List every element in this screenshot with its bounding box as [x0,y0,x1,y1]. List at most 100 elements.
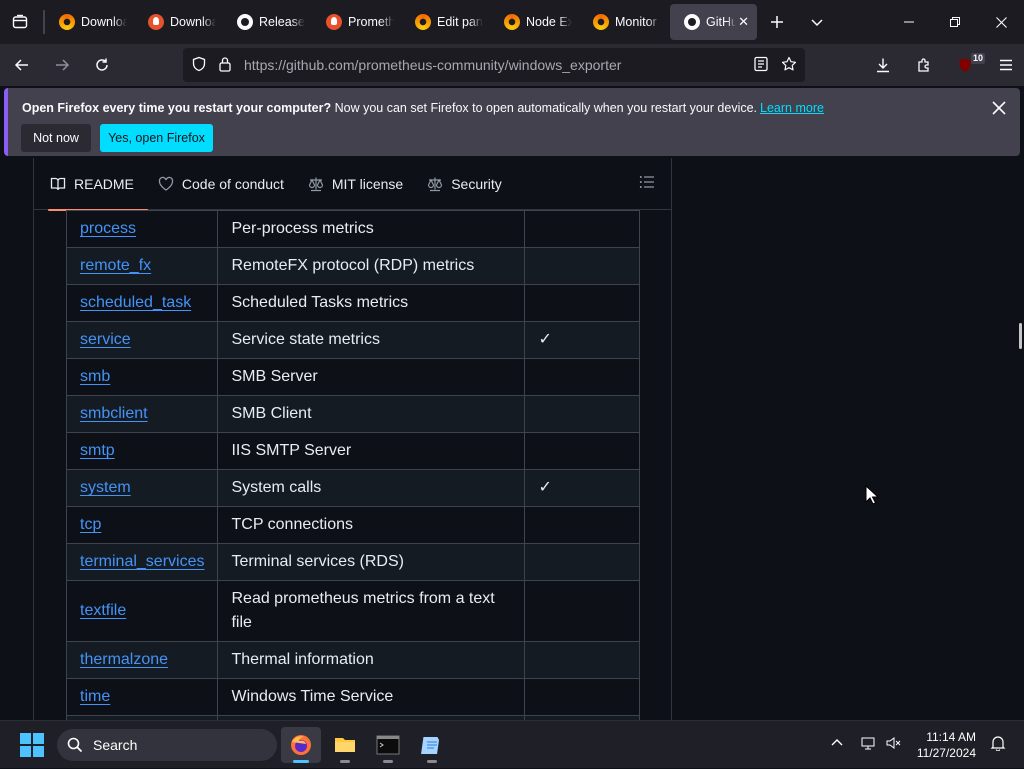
notification-bell-icon[interactable] [990,735,1006,756]
collector-default [524,543,640,581]
not-now-button[interactable]: Not now [21,124,91,152]
collector-default [524,432,640,470]
tab-label: Node Exporter [526,15,572,29]
outline-button[interactable] [639,174,655,195]
tab-node-exporter[interactable]: Node Exporter [490,4,579,40]
shield-icon[interactable] [191,56,207,77]
back-arrow-icon [14,59,28,71]
tab-downloads-2[interactable]: Downloads [134,4,223,40]
collector-name-cell: smbclient [65,395,219,433]
restore-button[interactable] [932,0,978,44]
collector-name-cell: service [65,321,219,359]
tab-monitor[interactable]: Monitor [579,4,668,40]
learn-more-link[interactable]: Learn more [760,101,824,115]
table-row: smbclient SMB Client [65,395,640,433]
bookmark-star-icon[interactable] [781,56,797,77]
taskbar-terminal[interactable] [368,727,408,763]
collector-name-cell: scheduled_task [65,284,219,322]
tab-release[interactable]: Release [223,4,312,40]
close-window-button[interactable] [978,0,1024,44]
ublock-button[interactable]: 10 [946,47,985,83]
table-row: smb SMB Server [65,358,640,396]
lock-icon[interactable] [218,56,232,77]
collector-default [524,395,640,433]
tab-code-of-conduct[interactable]: Code of conduct [158,158,284,210]
collector-default [524,247,640,285]
taskbar-clock[interactable]: 11:14 AM 11/27/2024 [917,729,976,761]
tab-security-label: Security [451,175,502,192]
collector-link[interactable]: remote_fx [80,257,151,274]
close-tab-icon[interactable]: ✕ [738,14,749,30]
app-menu-button[interactable] [987,47,1024,83]
taskbar-notepad[interactable] [412,727,452,763]
collector-link[interactable]: textfile [80,602,126,619]
list-unordered-icon [639,176,654,188]
collector-description: SMB Client [217,395,526,433]
table-row: textfile Read prometheus metrics from a … [65,580,640,642]
github-icon [684,14,700,30]
grafana-icon [593,14,609,30]
collector-link[interactable]: thermalzone [80,651,168,668]
table-row: smtp IIS SMTP Server [65,432,640,470]
terminal-icon [376,735,400,755]
tab-label: GitHub [706,15,736,29]
forward-button[interactable] [44,47,80,83]
tab-label: Prometheus [348,15,394,29]
collector-description: SMB Server [217,358,526,396]
collector-link[interactable]: smb [80,368,110,385]
collector-description: Windows Time Service [217,678,526,716]
collector-link[interactable]: tcp [80,516,101,533]
minimize-button[interactable] [886,0,932,44]
table-row: process Per-process metrics [65,210,640,248]
tab-downloads-1[interactable]: Downloads [45,4,134,40]
collector-link[interactable]: smtp [80,442,115,459]
reader-view-icon[interactable] [753,56,769,77]
reload-button[interactable] [84,47,120,83]
yes-open-firefox-button[interactable]: Yes, open Firefox [100,124,213,152]
back-button[interactable] [4,47,40,83]
tab-label: Downloads [81,15,127,29]
tab-prometheus[interactable]: Prometheus [312,4,401,40]
collector-link[interactable]: smbclient [80,405,148,422]
collector-link[interactable]: process [80,220,136,237]
tab-label: Downloads [170,15,216,29]
github-icon [237,14,253,30]
firefox-view-icon [12,14,28,29]
book-icon [50,176,66,192]
collector-link[interactable]: scheduled_task [80,294,191,311]
downloads-button[interactable] [864,47,901,83]
tab-readme[interactable]: README [48,158,148,211]
collector-link[interactable]: time [80,688,110,705]
scrollbar-thumb[interactable] [1019,323,1022,349]
grafana-icon [504,14,520,30]
collector-name-cell: smtp [65,432,219,470]
network-icon[interactable] [861,735,877,756]
collector-description: Thermal information [217,641,526,679]
taskbar-firefox[interactable] [281,727,321,763]
close-notification-button[interactable] [992,99,1006,120]
new-tab-button[interactable] [757,0,797,44]
hamburger-menu-icon [999,59,1012,71]
tab-mit-license[interactable]: MIT license [308,158,403,210]
minimize-icon [904,21,914,23]
firefox-view-button[interactable] [0,0,40,44]
tab-security[interactable]: Security [427,158,502,210]
url-text[interactable]: https://github.com/prometheus-community/… [244,57,621,73]
tab-github-active[interactable]: GitHub ✕ [670,4,757,40]
collector-description: Service state metrics [217,321,526,359]
collector-link[interactable]: system [80,479,131,496]
tab-edit-panel[interactable]: Edit panel [401,4,490,40]
clock-date: 11/27/2024 [916,746,976,760]
extensions-button[interactable] [905,47,942,83]
taskbar-file-explorer[interactable] [325,727,365,763]
taskbar-search[interactable]: Search [57,729,277,761]
extension-badge: 10 [970,53,985,64]
show-hidden-icons-chevron-up-icon[interactable] [831,736,843,754]
collector-link[interactable]: service [80,331,131,348]
collector-name-cell: tcp [65,506,219,544]
start-button[interactable] [20,733,44,757]
volume-muted-icon[interactable] [885,735,901,756]
url-bar[interactable]: https://github.com/prometheus-community/… [183,48,805,82]
collector-link[interactable]: terminal_services [80,553,204,570]
list-all-tabs-button[interactable] [797,0,837,44]
